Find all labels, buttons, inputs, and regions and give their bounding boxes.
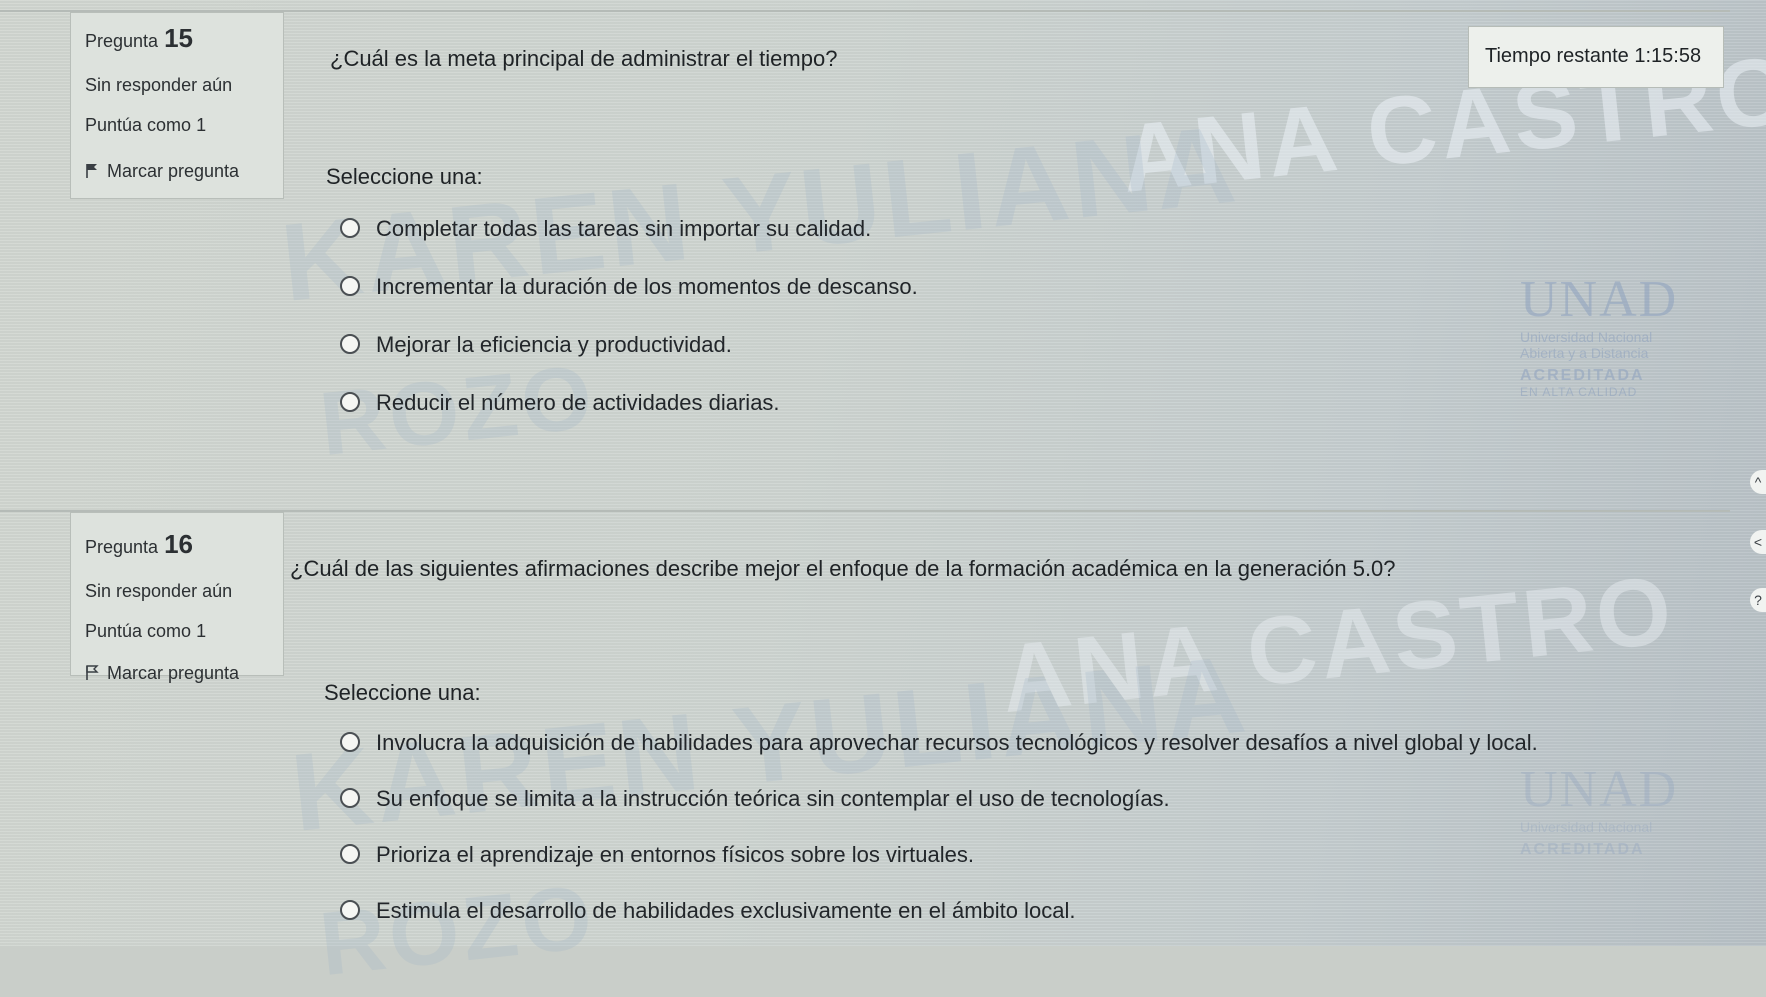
chevron-up-icon: ^	[1754, 474, 1762, 490]
radio-button[interactable]	[340, 276, 360, 297]
flag-label: Marcar pregunta	[107, 161, 240, 181]
quiz-page: ANA CASTRO KAREN YULIANA ROZO ANA CASTRO…	[0, 0, 1766, 995]
answer-option[interactable]: Involucra la adquisición de habilidades …	[340, 730, 1538, 760]
question-status: Sin responder aún	[85, 581, 233, 601]
question-score: Puntúa como 1	[85, 115, 207, 135]
question-16: Pregunta 16 Sin responder aún Puntúa como…	[0, 510, 1730, 948]
option-label: Estimula el desarrollo de habilidades ex…	[376, 898, 1076, 923]
collapse-drawer-button[interactable]: <	[1750, 530, 1766, 554]
option-label: Involucra la adquisición de habilidades …	[376, 730, 1538, 755]
scroll-top-button[interactable]: ^	[1750, 470, 1766, 494]
option-label: Incrementar la duración de los momentos …	[376, 274, 918, 299]
radio-button[interactable]	[340, 900, 360, 921]
radio-button[interactable]	[340, 392, 360, 413]
question-text: ¿Cuál de las siguientes afirmaciones des…	[290, 556, 1396, 581]
answer-option[interactable]: Completar todas las tareas sin importar …	[340, 216, 871, 246]
question-score: Puntúa como 1	[85, 621, 207, 641]
question-info-panel: Pregunta 15 Sin responder aún Puntúa como…	[70, 12, 284, 199]
option-label: Prioriza el aprendizaje en entornos físi…	[376, 842, 974, 867]
select-one-label: Seleccione una:	[324, 680, 481, 705]
option-label: Reducir el número de actividades diarias…	[376, 390, 780, 415]
question-number: Pregunta 16	[85, 529, 193, 560]
timer-value: 1:15:58	[1634, 45, 1702, 67]
radio-button[interactable]	[340, 844, 360, 865]
flag-icon	[86, 665, 99, 680]
question-info-panel: Pregunta 16 Sin responder aún Puntúa como…	[70, 512, 284, 683]
flag-question-link[interactable]: Marcar pregunta	[85, 161, 239, 182]
radio-button[interactable]	[340, 218, 360, 239]
flag-icon	[86, 164, 97, 178]
time-remaining-box: Tiempo restante 1:15:58	[1468, 26, 1724, 88]
radio-button[interactable]	[340, 788, 360, 809]
answer-option[interactable]: Incrementar la duración de los momentos …	[340, 274, 918, 304]
option-label: Mejorar la eficiencia y productividad.	[376, 332, 732, 357]
option-label: Su enfoque se limita a la instrucción te…	[376, 786, 1170, 811]
answer-option[interactable]: Prioriza el aprendizaje en entornos físi…	[340, 842, 974, 872]
question-label: Pregunta	[85, 31, 159, 51]
flag-question-link[interactable]: Marcar pregunta	[85, 663, 239, 684]
timer-label: Tiempo restante	[1485, 45, 1629, 67]
question-label: Pregunta	[85, 537, 159, 557]
question-text: ¿Cuál es la meta principal de administra…	[330, 46, 838, 71]
select-one-label: Seleccione una:	[326, 164, 483, 189]
flag-label: Marcar pregunta	[107, 663, 240, 683]
answer-option[interactable]: Su enfoque se limita a la instrucción te…	[340, 786, 1170, 816]
chevron-left-icon: <	[1753, 534, 1763, 550]
option-label: Completar todas las tareas sin importar …	[376, 216, 872, 241]
help-icon: ?	[1754, 592, 1762, 608]
question-status: Sin responder aún	[85, 75, 233, 95]
question-number-value: 15	[164, 23, 193, 53]
question-number: Pregunta 15	[85, 23, 193, 54]
question-number-value: 16	[164, 529, 193, 559]
answer-option[interactable]: Mejorar la eficiencia y productividad.	[340, 332, 732, 362]
answer-option[interactable]: Estimula el desarrollo de habilidades ex…	[340, 898, 1076, 928]
radio-button[interactable]	[340, 334, 360, 355]
radio-button[interactable]	[340, 732, 360, 753]
answer-option[interactable]: Reducir el número de actividades diarias…	[340, 390, 780, 420]
help-button[interactable]: ?	[1750, 588, 1766, 612]
